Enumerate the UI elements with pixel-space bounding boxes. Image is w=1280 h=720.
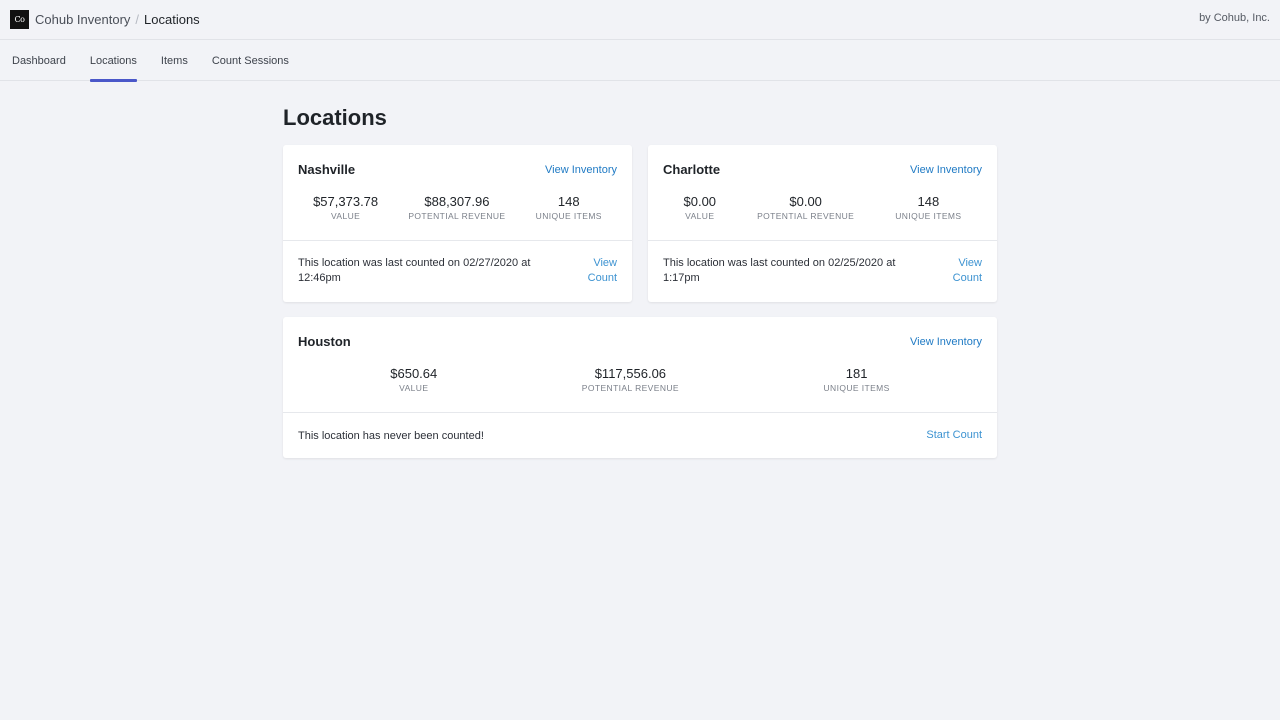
stat-items: 148 UNIQUE ITEMS	[895, 194, 961, 221]
location-card-charlotte: Charlotte View Inventory $0.00 VALUE $0.…	[648, 145, 997, 302]
stat-items: 148 UNIQUE ITEMS	[536, 194, 602, 221]
count-message: This location was last counted on 02/25/…	[663, 257, 896, 284]
tab-items[interactable]: Items	[161, 40, 188, 81]
location-card-houston: Houston View Inventory $650.64 VALUE $11…	[283, 317, 997, 458]
main-content: Locations Nashville View Inventory $57,3…	[283, 104, 997, 458]
stat-items-count: 148	[557, 194, 580, 209]
stat-value: $57,373.78 VALUE	[313, 194, 378, 221]
cohub-logo[interactable]: Co	[10, 10, 29, 29]
breadcrumb-separator: /	[135, 12, 140, 27]
tab-count-sessions[interactable]: Count Sessions	[212, 40, 289, 81]
stat-items-label: UNIQUE ITEMS	[895, 211, 962, 221]
view-inventory-link[interactable]: View Inventory	[910, 164, 982, 176]
stat-revenue: $0.00 POTENTIAL REVENUE	[757, 194, 854, 221]
stat-value-label: VALUE	[330, 211, 361, 221]
stat-revenue-label: POTENTIAL REVENUE	[581, 383, 679, 393]
top-bar: Co Cohub Inventory / Locations by Cohub,…	[0, 0, 1280, 40]
stat-value: $0.00 VALUE	[684, 194, 717, 221]
page-title: Locations	[283, 105, 387, 130]
stat-items-count: 181	[845, 366, 868, 381]
stat-revenue: $117,556.06 POTENTIAL REVENUE	[582, 366, 679, 393]
tab-dashboard[interactable]: Dashboard	[12, 40, 66, 81]
stat-value-amount: $57,373.78	[313, 194, 379, 209]
stat-revenue-label: POTENTIAL REVENUE	[408, 211, 506, 221]
stat-revenue-amount: $88,307.96	[424, 194, 490, 209]
view-count-link[interactable]: View Count	[577, 256, 617, 302]
view-inventory-link[interactable]: View Inventory	[910, 336, 982, 348]
stat-value: $650.64 VALUE	[390, 366, 437, 393]
stat-revenue-amount: $117,556.06	[594, 366, 667, 381]
stat-value-amount: $650.64	[390, 366, 438, 381]
stat-value-label: VALUE	[399, 383, 429, 393]
stat-items: 181 UNIQUE ITEMS	[824, 366, 890, 393]
stat-revenue-amount: $0.00	[789, 194, 822, 209]
stat-value-label: VALUE	[685, 211, 715, 221]
count-message: This location was last counted on 02/27/…	[298, 257, 531, 284]
stat-revenue-label: POTENTIAL REVENUE	[757, 211, 855, 221]
stat-revenue: $88,307.96 POTENTIAL REVENUE	[408, 194, 505, 221]
stat-items-count: 148	[917, 194, 940, 209]
stat-value-amount: $0.00	[683, 194, 717, 209]
location-card-nashville: Nashville View Inventory $57,373.78 VALU…	[283, 145, 632, 302]
stat-items-label: UNIQUE ITEMS	[535, 211, 602, 221]
nav-tabs: Dashboard Locations Items Count Sessions	[0, 40, 1280, 82]
breadcrumb-app-link[interactable]: Cohub Inventory	[35, 12, 130, 27]
breadcrumb-current: Locations	[144, 12, 200, 27]
count-message: This location has never been counted!	[298, 430, 484, 442]
byline: by Cohub, Inc.	[1199, 12, 1270, 24]
view-inventory-link[interactable]: View Inventory	[545, 164, 617, 176]
tab-locations[interactable]: Locations	[89, 40, 138, 82]
start-count-link[interactable]: Start Count	[926, 429, 982, 458]
location-name: Houston	[298, 334, 351, 349]
stat-items-label: UNIQUE ITEMS	[823, 383, 890, 393]
view-count-link[interactable]: View Count	[942, 256, 982, 302]
